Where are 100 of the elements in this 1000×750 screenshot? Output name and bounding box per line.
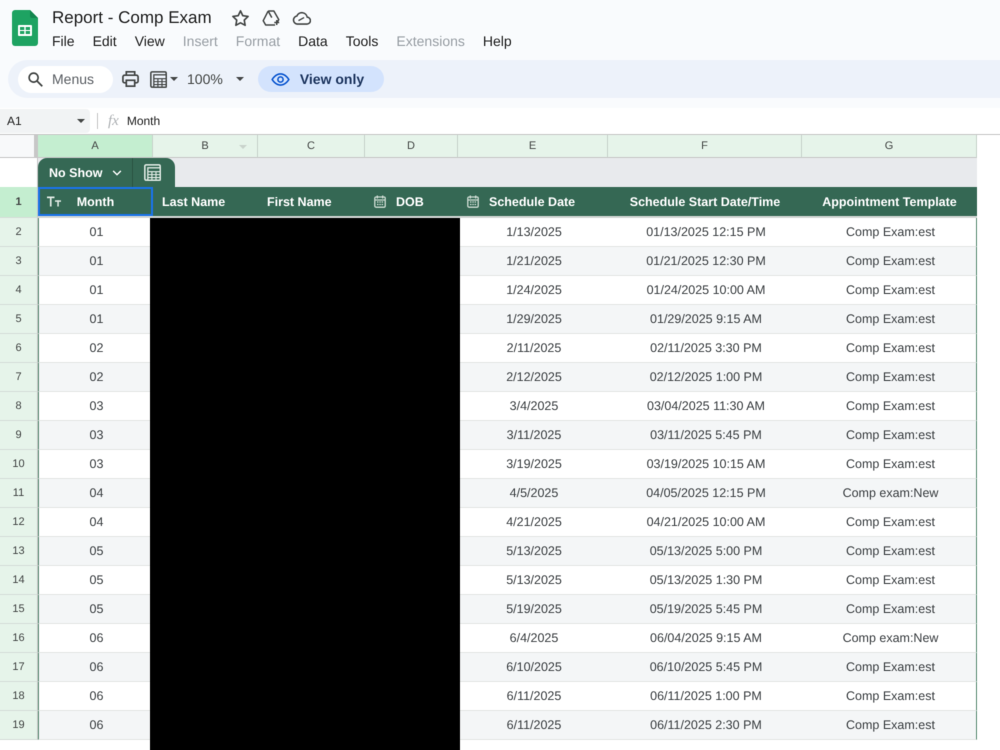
table-cell-text: 03/04/2025 11:30 AM bbox=[646, 398, 766, 415]
table-cell-text: 01 bbox=[88, 253, 104, 270]
table-cell-text: 06/10/2025 5:45 PM bbox=[648, 659, 764, 676]
search-icon bbox=[28, 72, 43, 86]
table-cell-text: 5/19/2025 bbox=[505, 601, 563, 618]
table-cell-text: Comp Exam:est bbox=[845, 601, 936, 618]
caret-icon bbox=[77, 119, 85, 123]
row-number[interactable]: 8 bbox=[0, 392, 38, 421]
table-cell-text: 6/11/2025 bbox=[506, 717, 562, 734]
name-box[interactable]: A1 bbox=[0, 109, 90, 133]
header-cell[interactable]: Month bbox=[38, 187, 153, 216]
table-view-icon[interactable] bbox=[144, 164, 162, 181]
table-cell-text: Comp Exam:est bbox=[845, 369, 936, 386]
table-cell-text: 02 bbox=[88, 340, 104, 357]
header-cell[interactable]: Last Name bbox=[153, 187, 258, 216]
menu-item[interactable]: Tools bbox=[336, 31, 388, 52]
table-cell-text: 02 bbox=[88, 369, 104, 386]
column-header[interactable]: C bbox=[258, 135, 365, 158]
caret-icon bbox=[236, 77, 244, 81]
table-cell-text: 01/13/2025 12:15 PM bbox=[645, 224, 767, 241]
table-cell-text: Comp Exam:est bbox=[845, 311, 936, 328]
row-number[interactable]: 7 bbox=[0, 363, 38, 392]
document-title: Report - Comp Exam bbox=[52, 8, 212, 28]
header-cell[interactable]: Schedule Start Date/Time bbox=[608, 187, 802, 216]
cloud-icon[interactable] bbox=[292, 11, 311, 25]
table-cell-text: 4/5/2025 bbox=[508, 485, 560, 502]
spreadsheet-logo-icon bbox=[12, 10, 38, 46]
row-number[interactable]: 9 bbox=[0, 421, 38, 450]
column-header[interactable]: E bbox=[458, 135, 608, 158]
table-cell-text: 03 bbox=[88, 398, 104, 415]
column-header[interactable]: G bbox=[802, 135, 977, 158]
table-cell-text: 5/13/2025 bbox=[505, 572, 563, 589]
caret-icon bbox=[170, 77, 178, 81]
table-cell-text: 05/19/2025 5:45 PM bbox=[648, 601, 764, 618]
menu-item[interactable]: File bbox=[43, 31, 84, 52]
table-cell-text: 06/04/2025 9:15 AM bbox=[649, 630, 763, 647]
column-header[interactable]: F bbox=[608, 135, 802, 158]
zoom-dropdown[interactable]: 100% bbox=[187, 66, 244, 92]
table-cell-text: Comp Exam:est bbox=[845, 514, 936, 531]
row-number[interactable]: 18 bbox=[0, 682, 38, 711]
header-cell[interactable]: DOB bbox=[365, 187, 458, 216]
table-cell-text: 01/29/2025 9:15 AM bbox=[649, 311, 763, 328]
row-number[interactable]: 12 bbox=[0, 508, 38, 537]
formula-value: Month bbox=[126, 114, 160, 128]
column-header[interactable]: B bbox=[153, 135, 258, 158]
row-number[interactable]: 1 bbox=[0, 187, 38, 218]
table-cell-text: 6/4/2025 bbox=[508, 630, 560, 647]
row-number[interactable]: 3 bbox=[0, 247, 38, 276]
table-cell-text: Comp Exam:est bbox=[845, 253, 936, 270]
calendar-icon bbox=[467, 195, 479, 208]
table-cell-text: Comp Exam:est bbox=[845, 688, 936, 705]
row-number[interactable]: 17 bbox=[0, 653, 38, 682]
row-number[interactable]: 13 bbox=[0, 537, 38, 566]
column-header[interactable]: A bbox=[38, 135, 153, 158]
table-cell-text: 3/11/2025 bbox=[506, 427, 562, 444]
table-cell-text: 1/13/2025 bbox=[505, 224, 563, 241]
table-cell-text: Comp Exam:est bbox=[845, 717, 936, 734]
table-cell-text: 05/13/2025 5:00 PM bbox=[648, 543, 764, 560]
menu-item[interactable]: Edit bbox=[84, 31, 126, 52]
table-cell-text: 3/19/2025 bbox=[505, 456, 563, 473]
menu-item[interactable]: View bbox=[126, 31, 174, 52]
table-cell-text: 6/10/2025 bbox=[505, 659, 563, 676]
menu-item[interactable]: Help bbox=[474, 31, 521, 52]
table-cell-text: 04/21/2025 10:00 AM bbox=[646, 514, 766, 531]
row-number[interactable]: 15 bbox=[0, 595, 38, 624]
row-number[interactable]: 11 bbox=[0, 479, 38, 508]
table-cell-text: 01/21/2025 12:30 PM bbox=[645, 253, 767, 270]
header-cell[interactable]: Appointment Template bbox=[802, 187, 977, 216]
table-cell-text: Comp Exam:est bbox=[845, 456, 936, 473]
table-cell-text: 1/24/2025 bbox=[505, 282, 563, 299]
table-cell-text: 01 bbox=[88, 224, 104, 241]
table-cell-text: 03 bbox=[88, 456, 104, 473]
chevron-down-icon bbox=[112, 170, 122, 176]
table-tab[interactable]: No Show bbox=[38, 158, 175, 187]
row-number[interactable]: 2 bbox=[0, 218, 38, 247]
star-icon[interactable] bbox=[232, 10, 249, 26]
row-number[interactable]: 16 bbox=[0, 624, 38, 653]
table-cell-text: 6/11/2025 bbox=[506, 688, 562, 705]
column-header[interactable]: D bbox=[365, 135, 458, 158]
triangle-plus-icon[interactable] bbox=[262, 10, 280, 26]
row-number[interactable]: 10 bbox=[0, 450, 38, 479]
table-cell-text: 01 bbox=[88, 311, 104, 328]
view-only-button[interactable]: View only bbox=[258, 66, 384, 92]
header-cell[interactable]: Schedule Date bbox=[458, 187, 608, 216]
row-number[interactable]: 6 bbox=[0, 334, 38, 363]
table-cell-text: 1/29/2025 bbox=[505, 311, 563, 328]
table-name-button[interactable]: No Show bbox=[38, 158, 132, 187]
search-field[interactable]: Menus bbox=[18, 66, 113, 92]
header-cell[interactable]: First Name bbox=[258, 187, 365, 216]
table-cell-text: Comp exam:New bbox=[842, 630, 940, 647]
row-number[interactable]: 5 bbox=[0, 305, 38, 334]
table-cell-text: Comp Exam:est bbox=[845, 543, 936, 560]
row-number[interactable]: 14 bbox=[0, 566, 38, 595]
table-cell-text: 06/11/2025 2:30 PM bbox=[649, 717, 763, 734]
table-cell-text: 05 bbox=[88, 543, 104, 560]
row-number[interactable]: 19 bbox=[0, 711, 38, 740]
menu-item[interactable]: Data bbox=[289, 31, 337, 52]
table-cell-text: Comp Exam:est bbox=[845, 572, 936, 589]
row-number[interactable]: 4 bbox=[0, 276, 38, 305]
printer-icon bbox=[122, 71, 139, 87]
